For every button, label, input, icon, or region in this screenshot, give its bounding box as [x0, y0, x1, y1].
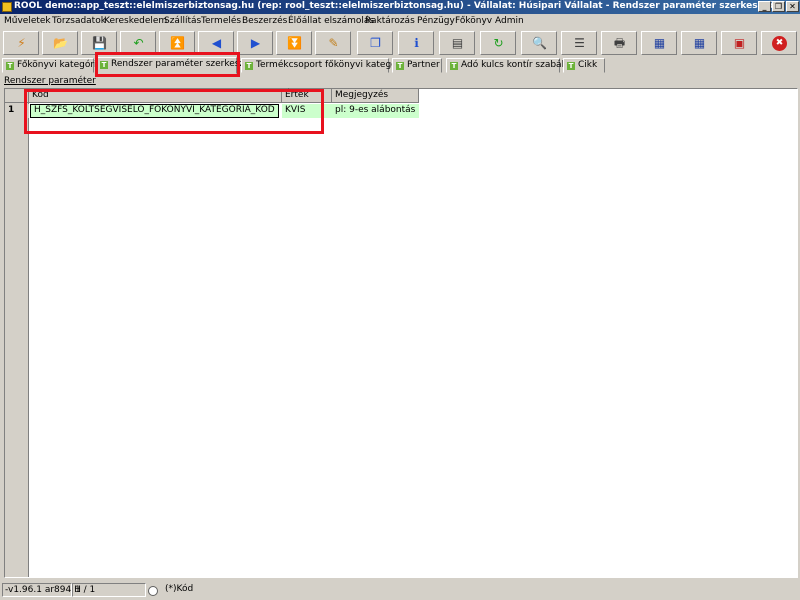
toolbar-button-6[interactable]: ◀	[198, 31, 234, 55]
toolbar-button-8[interactable]: ⏬	[276, 31, 312, 55]
toolbar-button-15[interactable]: ☰	[561, 31, 597, 55]
column-header-kod[interactable]: Kód	[29, 89, 282, 103]
tab-label: Termékcsoport főkönyvi kategória	[256, 60, 409, 70]
toolbar-button-12[interactable]: ▤	[439, 31, 475, 55]
refresh-icon: ↻	[493, 36, 504, 50]
tab-strip: T Főkönyvi kategória T Rendszer paraméter …	[0, 57, 800, 74]
menu-termeles[interactable]: Termelés	[201, 16, 241, 26]
first-record-icon: ⏫	[170, 36, 185, 50]
search-icon: 🔍	[532, 36, 547, 50]
menu-torzsadatok[interactable]: Törzsadatok	[52, 16, 106, 26]
sort-radio[interactable]	[146, 583, 164, 597]
toolbar: ⚡ 📂 💾 ↶ ⏫ ◀ ▶ ⏬ ✎ ❐ ℹ ▤ ↻ 🔍 ☰ 🖶 ▦ ▦ ▣ ✖	[0, 30, 800, 56]
tab-label: Cikk	[578, 60, 598, 70]
status-record-count: 1 / 1	[72, 583, 146, 597]
tab-label: Partner	[407, 60, 440, 70]
info-icon: ℹ	[414, 36, 419, 50]
toolbar-button-4[interactable]: ↶	[120, 31, 156, 55]
form-view-icon: ▤	[451, 36, 464, 50]
window-icon: ▣	[733, 36, 746, 50]
undo-icon: ↶	[133, 36, 144, 50]
cell-ertek[interactable]: KVIS	[282, 104, 332, 118]
menu-penzugy[interactable]: Pénzügy	[417, 16, 455, 26]
table-import-icon: ▦	[693, 36, 706, 50]
toolbar-button-2[interactable]: 📂	[42, 31, 78, 55]
copy-icon: ❐	[370, 36, 381, 50]
last-record-icon: ⏬	[287, 36, 302, 50]
table-export-icon: ▦	[653, 36, 666, 50]
menu-fokonyv[interactable]: Főkönyv	[455, 16, 492, 26]
tab-label: Főkönyvi kategória	[17, 60, 103, 70]
cell-megjegyzes[interactable]: pl: 9-es alábontás	[332, 104, 419, 118]
column-header-megjegyzes[interactable]: Megjegyzés	[332, 89, 419, 103]
save-icon: 💾	[92, 36, 107, 50]
radio-icon	[148, 586, 158, 596]
toolbar-button-19[interactable]: ▣	[721, 31, 757, 55]
previous-record-icon: ◀	[211, 36, 222, 50]
toolbar-button-9[interactable]: ✎	[315, 31, 351, 55]
table-icon: T	[100, 61, 108, 69]
data-grid: Kód Érték Megjegyzés 1 H_SZFS_KOLTSEGVIS…	[4, 88, 798, 578]
row-number: 1	[5, 104, 29, 118]
toolbar-button-14[interactable]: 🔍	[521, 31, 557, 55]
toolbar-button-18[interactable]: ▦	[681, 31, 717, 55]
table-icon: T	[567, 62, 575, 70]
table-icon: T	[396, 62, 404, 70]
tab-rendszer-parameter-szerkeszto[interactable]: T Rendszer paraméter szerkesztő	[96, 57, 253, 74]
toolbar-button-11[interactable]: ℹ	[398, 31, 434, 55]
row-header-column	[5, 89, 29, 577]
restore-button[interactable]: ❐	[772, 1, 785, 12]
open-folder-icon: 📂	[53, 36, 68, 50]
tab-cikk[interactable]: T Cikk	[563, 58, 605, 73]
toolbar-button-13[interactable]: ↻	[480, 31, 516, 55]
edit-icon: ✎	[328, 36, 339, 50]
cell-kod[interactable]: H_SZFS_KOLTSEGVISELO_FOKONYVI_KATEGORIA_…	[30, 104, 279, 118]
menu-szallitas[interactable]: Szállítás	[164, 16, 201, 26]
print-icon: 🖶	[613, 36, 626, 50]
menu-admin[interactable]: Admin	[495, 16, 524, 26]
tab-partner[interactable]: T Partner	[392, 58, 442, 73]
toolbar-button-7[interactable]: ▶	[237, 31, 273, 55]
toolbar-button-5[interactable]: ⏫	[159, 31, 195, 55]
grid-corner	[5, 89, 29, 103]
toolbar-button-3[interactable]: 💾	[81, 31, 117, 55]
section-title: Rendszer paraméter	[4, 76, 96, 86]
table-icon: T	[245, 62, 253, 70]
menu-muveletek[interactable]: Műveletek	[4, 16, 51, 26]
toolbar-button-10[interactable]: ❐	[357, 31, 393, 55]
toolbar-button-16[interactable]: 🖶	[601, 31, 637, 55]
menu-eloallat-elszamolas[interactable]: Élőállat elszámolás	[288, 16, 374, 26]
close-icon: ✖	[772, 36, 787, 51]
table-icon: T	[6, 62, 14, 70]
minimize-button[interactable]: _	[758, 1, 771, 12]
menu-kereskedelem[interactable]: Kereskedelem	[104, 16, 167, 26]
tab-ado-kulcs-kontir-szabaly[interactable]: T Adó kulcs kontír szabály	[446, 58, 569, 73]
menu-bar: Műveletek Törzsadatok Kereskedelem Száll…	[0, 15, 800, 29]
status-bar: -v1.96.1 ar894 H 1 / 1 (*)Kód	[0, 582, 800, 598]
window-titlebar[interactable]: ROOL demo::app_teszt::elelmiszerbiztonsa…	[0, 0, 800, 14]
window-title: ROOL demo::app_teszt::elelmiszerbiztonsa…	[14, 1, 774, 11]
status-sort: (*)Kód	[165, 584, 194, 594]
menu-beszerzes[interactable]: Beszerzés	[242, 16, 287, 26]
list-view-icon: ☰	[574, 36, 585, 50]
tab-label: Adó kulcs kontír szabály	[461, 60, 570, 70]
tab-termekcsoport-fokonyvi-kategoria[interactable]: T Termékcsoport főkönyvi kategória	[241, 58, 408, 73]
next-record-icon: ▶	[250, 36, 261, 50]
toolbar-button-20[interactable]: ✖	[761, 31, 797, 55]
table-icon: T	[450, 62, 458, 70]
toolbar-button-17[interactable]: ▦	[641, 31, 677, 55]
app-icon	[2, 2, 12, 12]
lightning-icon: ⚡	[17, 36, 26, 50]
close-window-button[interactable]: ✕	[786, 1, 799, 12]
menu-raktarozas[interactable]: Raktározás	[365, 16, 415, 26]
tab-fokonyvi-kategoria[interactable]: T Főkönyvi kategória	[2, 58, 102, 73]
status-version: -v1.96.1 ar894 H	[2, 583, 81, 597]
toolbar-button-1[interactable]: ⚡	[3, 31, 39, 55]
tab-label: Rendszer paraméter szerkesztő	[111, 59, 254, 69]
column-header-ertek[interactable]: Érték	[282, 89, 332, 103]
